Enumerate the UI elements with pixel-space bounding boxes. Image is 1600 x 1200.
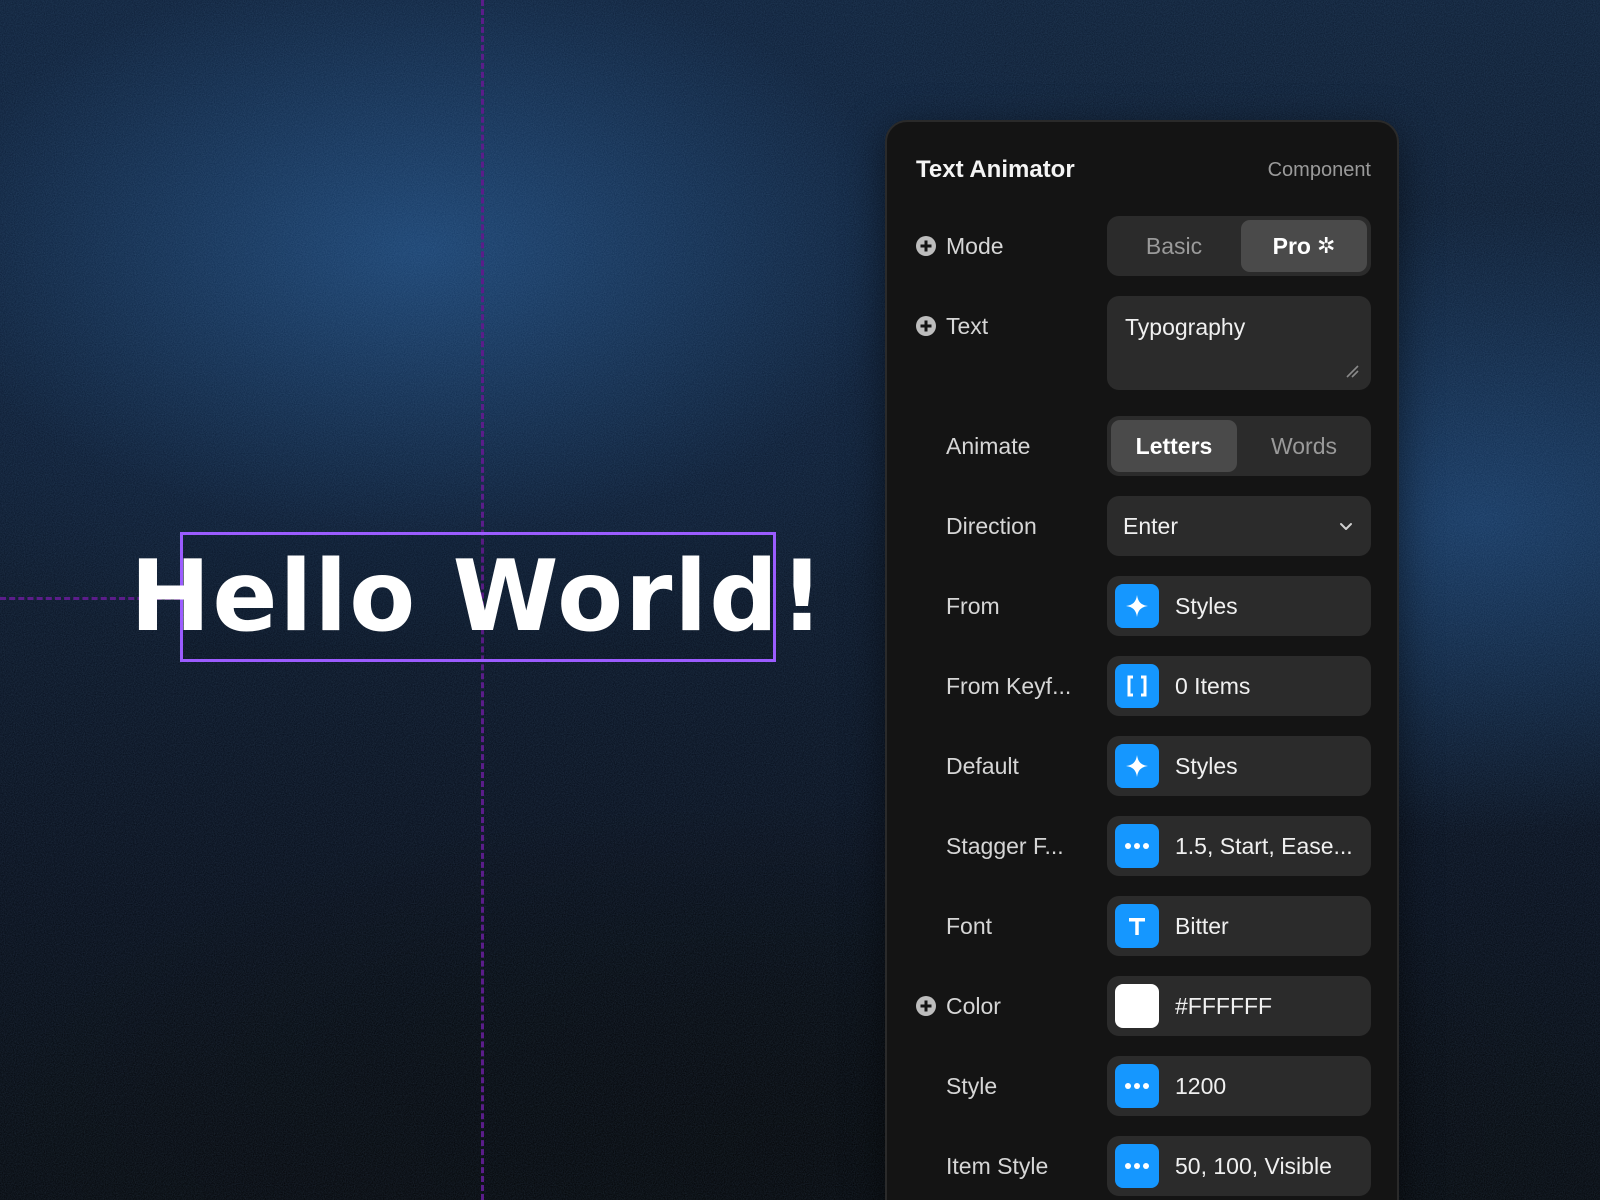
color-control[interactable]: #FFFFFF	[1107, 976, 1371, 1036]
text-input-value: Typography	[1125, 314, 1246, 340]
row-from-keyframes: From Keyf... 0 Items	[916, 656, 1371, 716]
from-keyframes-control[interactable]: 0 Items	[1107, 656, 1371, 716]
color-value: #FFFFFF	[1175, 992, 1273, 1019]
from-control[interactable]: Styles	[1107, 576, 1371, 636]
default-value: Styles	[1175, 752, 1238, 779]
row-style: Style 1200	[916, 1056, 1371, 1116]
color-label: Color	[946, 992, 1001, 1019]
selected-text-layer[interactable]: Hello World!	[130, 532, 824, 662]
row-text: Text Typography	[916, 296, 1371, 390]
row-from: From Styles	[916, 576, 1371, 636]
row-default: Default Styles	[916, 736, 1371, 796]
text-animator-panel: Text Animator Component Mode Basic Pro ✲	[885, 120, 1399, 1200]
sparkle-icon	[1115, 744, 1159, 788]
color-swatch[interactable]	[1115, 984, 1159, 1028]
animate-option-letters[interactable]: Letters	[1111, 420, 1237, 472]
row-animate: Animate Letters Words	[916, 416, 1371, 476]
animate-segmented-control: Letters Words	[1107, 416, 1371, 476]
default-label: Default	[946, 752, 1019, 779]
mode-segmented-control: Basic Pro ✲	[1107, 216, 1371, 276]
panel-title: Text Animator	[916, 156, 1075, 183]
plus-circle-icon[interactable]	[916, 996, 936, 1016]
stagger-value: 1.5, Start, Ease...	[1175, 832, 1353, 859]
animate-option-words[interactable]: Words	[1241, 420, 1367, 472]
stagger-control[interactable]: 1.5, Start, Ease...	[1107, 816, 1371, 876]
sparkle-icon	[1115, 584, 1159, 628]
ellipsis-icon	[1115, 1144, 1159, 1188]
from-value: Styles	[1175, 592, 1238, 619]
row-direction: Direction Enter	[916, 496, 1371, 556]
text-label: Text	[946, 312, 989, 339]
resize-handle-icon[interactable]	[1345, 364, 1359, 378]
plus-circle-icon[interactable]	[916, 236, 936, 256]
row-color: Color #FFFFFF	[916, 976, 1371, 1036]
panel-subtitle: Component	[1267, 158, 1371, 181]
design-canvas[interactable]: Hello World! Text Animator Component Mod…	[0, 0, 1600, 1200]
ellipsis-icon	[1115, 824, 1159, 868]
direction-label: Direction	[946, 512, 1037, 539]
text-t-icon	[1115, 904, 1159, 948]
style-value: 1200	[1175, 1072, 1227, 1099]
asterisk-icon: ✲	[1316, 233, 1336, 258]
default-control[interactable]: Styles	[1107, 736, 1371, 796]
plus-circle-icon[interactable]	[916, 316, 936, 336]
direction-dropdown[interactable]: Enter	[1107, 496, 1371, 556]
font-value: Bitter	[1175, 912, 1229, 939]
from-keyframes-label: From Keyf...	[946, 672, 1072, 699]
headline-text[interactable]: Hello World!	[130, 548, 826, 646]
row-font: Font Bitter	[916, 896, 1371, 956]
style-control[interactable]: 1200	[1107, 1056, 1371, 1116]
row-item-style: Item Style 50, 100, Visible	[916, 1136, 1371, 1196]
item-style-control[interactable]: 50, 100, Visible	[1107, 1136, 1371, 1196]
stagger-label: Stagger F...	[946, 832, 1064, 859]
row-mode: Mode Basic Pro ✲	[916, 216, 1371, 276]
text-input[interactable]: Typography	[1107, 296, 1371, 390]
panel-header: Text Animator Component	[916, 152, 1371, 188]
font-control[interactable]: Bitter	[1107, 896, 1371, 956]
item-style-value: 50, 100, Visible	[1175, 1152, 1332, 1179]
mode-option-basic[interactable]: Basic	[1111, 220, 1237, 272]
mode-label: Mode	[946, 232, 1004, 259]
brackets-icon	[1115, 664, 1159, 708]
chevron-down-icon	[1340, 523, 1352, 530]
ellipsis-icon	[1115, 1064, 1159, 1108]
from-label: From	[946, 592, 1000, 619]
animate-label: Animate	[946, 432, 1031, 459]
font-label: Font	[946, 912, 993, 939]
direction-value: Enter	[1123, 512, 1178, 539]
style-label: Style	[946, 1072, 998, 1099]
mode-option-pro[interactable]: Pro ✲	[1241, 220, 1367, 272]
from-keyframes-value: 0 Items	[1175, 672, 1251, 699]
item-style-label: Item Style	[946, 1152, 1049, 1179]
row-stagger: Stagger F... 1.5, Start, Ease...	[916, 816, 1371, 876]
